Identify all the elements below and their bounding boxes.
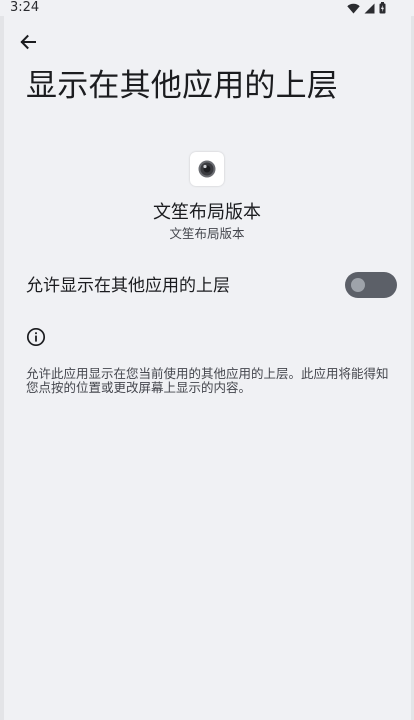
permission-label: 允许显示在其他应用的上层 [26,276,230,296]
permission-toggle[interactable] [345,272,397,298]
app-header: 文笙布局版本 文笙布局版本 [0,152,414,242]
page-title: 显示在其他应用的上层 [26,68,338,104]
app-subname: 文笙布局版本 [169,226,245,241]
permission-description: 允许此应用显示在您当前使用的其他应用的上层。此应用将能得知您点按的位置或更改屏幕… [26,366,389,395]
permission-screen: 3:24 显示在其他应用的上层 文笙布局版本 文笙布局版本 允许显示在其他应用的… [0,0,414,720]
status-icons [347,2,386,14]
arrow-back-icon [19,33,37,55]
status-bar: 3:24 [0,0,414,16]
toggle-thumb [351,278,365,292]
status-time: 3:24 [10,0,40,15]
app-name: 文笙布局版本 [153,202,261,223]
wifi-icon [347,3,360,14]
back-button[interactable] [14,30,42,58]
signal-icon [364,3,375,14]
left-edge [0,16,4,720]
info-icon [26,327,46,347]
app-icon [190,152,224,186]
battery-icon [379,2,386,14]
permission-toggle-row[interactable]: 允许显示在其他应用的上层 [0,264,414,308]
